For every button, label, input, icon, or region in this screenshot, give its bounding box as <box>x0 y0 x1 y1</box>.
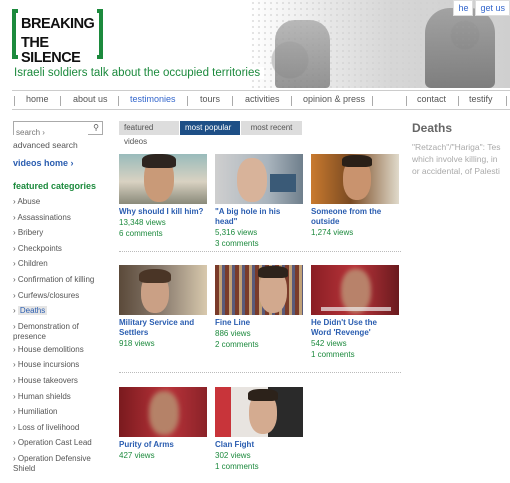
nav-about-us[interactable]: about us <box>73 94 108 104</box>
category-item-humiliation[interactable]: › Humiliation <box>13 407 108 423</box>
video-title-link[interactable]: Clan Fight <box>215 440 303 450</box>
logo-line-1: BREAKING <box>21 16 95 32</box>
category-item-abuse[interactable]: › Abuse <box>13 197 108 213</box>
category-item-operation-defensive-shield[interactable]: › Operation Defensive Shield <box>13 454 108 477</box>
category-description-line: which involve killing, in <box>412 154 498 164</box>
video-thumbnail[interactable] <box>215 265 303 315</box>
video-thumbnail[interactable] <box>119 265 207 315</box>
video-card: Purity of Arms 427 views <box>119 387 207 461</box>
video-views: 5,316 views <box>215 228 258 237</box>
category-description-line: "Retzach"/"Hariga": Tes <box>412 142 501 152</box>
nav-home[interactable]: home <box>26 94 49 104</box>
language-link-hebrew[interactable]: he <box>453 0 474 16</box>
category-list: › Abuse › Assassinations › Bribery › Che… <box>13 197 108 477</box>
advanced-search-link[interactable]: advanced search <box>13 140 78 150</box>
tab-most-popular[interactable]: most popular <box>180 121 240 135</box>
video-comments-link[interactable]: 1 comments <box>311 350 399 360</box>
nav-opinion-press[interactable]: opinion & press <box>303 94 365 104</box>
video-views: 13,348 views <box>119 218 166 227</box>
main-nav: home about us testimonies tours activiti… <box>12 90 510 110</box>
video-tabs: featured videos most popular most recent <box>119 121 303 146</box>
category-item-house-incursions[interactable]: › House incursions <box>13 360 108 376</box>
video-card: Someone from the outside 1,274 views <box>311 154 399 238</box>
category-item-bribery[interactable]: › Bribery <box>13 228 108 244</box>
video-thumbnail[interactable] <box>311 154 399 204</box>
logo-line-2: THE SILENCE <box>21 35 81 66</box>
nav-tours[interactable]: tours <box>200 94 220 104</box>
videos-home-link[interactable]: videos home › <box>13 158 74 168</box>
video-title-link[interactable]: "A big hole in his head" <box>215 207 303 227</box>
category-item-checkpoints[interactable]: › Checkpoints <box>13 244 108 260</box>
video-comments-link[interactable]: 6 comments <box>119 229 207 239</box>
header-soldier-figure <box>275 20 330 88</box>
video-views: 1,274 views <box>311 228 354 237</box>
category-item-confirmation-of-killing[interactable]: › Confirmation of killing <box>13 275 108 291</box>
row-divider <box>119 251 401 252</box>
category-item-loss-of-livelihood[interactable]: › Loss of livelihood <box>13 423 108 439</box>
search-icon[interactable]: ⚲ <box>91 123 101 133</box>
utility-links: he get us <box>453 0 510 16</box>
video-card: Fine Line 886 views 2 comments <box>215 265 303 350</box>
category-item-demonstration-of-presence[interactable]: › Demonstration of presence <box>13 322 108 345</box>
tab-featured-videos[interactable]: featured videos <box>119 121 179 146</box>
contact-util-link[interactable]: get us <box>475 0 510 16</box>
category-description-line: or accidental, of Palesti <box>412 166 500 176</box>
search-input[interactable] <box>14 126 88 139</box>
header-soldier-figure <box>425 8 495 88</box>
site-tagline: Israeli soldiers talk about the occupied… <box>14 67 265 79</box>
tab-most-recent[interactable]: most recent <box>241 121 302 135</box>
category-item-house-takeovers[interactable]: › House takeovers <box>13 376 108 392</box>
video-title-link[interactable]: Someone from the outside <box>311 207 399 227</box>
video-thumbnail[interactable] <box>215 154 303 204</box>
category-item-curfews-closures[interactable]: › Curfews/closures <box>13 291 108 307</box>
nav-contact[interactable]: contact <box>417 94 446 104</box>
video-card: Military Service and Settlers 918 views <box>119 265 207 349</box>
video-thumbnail[interactable] <box>311 265 399 315</box>
category-item-human-shields[interactable]: › Human shields <box>13 392 108 408</box>
video-comments-link[interactable]: 3 comments <box>215 239 303 249</box>
video-title-link[interactable]: Purity of Arms <box>119 440 207 450</box>
site-header: BREAKING THE SILENCE Israeli soldiers ta… <box>0 0 510 88</box>
nav-testify[interactable]: testify <box>469 94 493 104</box>
video-views: 542 views <box>311 339 347 348</box>
category-item-operation-cast-lead[interactable]: › Operation Cast Lead <box>13 438 108 454</box>
video-card: Clan Fight 302 views 1 comments <box>215 387 303 472</box>
video-thumbnail[interactable] <box>215 387 303 437</box>
video-title-link[interactable]: Military Service and Settlers <box>119 318 207 338</box>
row-divider <box>119 372 401 373</box>
video-title-link[interactable]: Fine Line <box>215 318 303 328</box>
video-title-link[interactable]: He Didn't Use the Word 'Revenge' <box>311 318 399 338</box>
nav-testimonies[interactable]: testimonies <box>130 94 176 104</box>
featured-categories-title: featured categories <box>13 181 97 191</box>
video-title-link[interactable]: Why should I kill him? <box>119 207 207 217</box>
site-logo[interactable]: BREAKING THE SILENCE <box>12 9 103 65</box>
category-item-house-demolitions[interactable]: › House demolitions <box>13 345 108 361</box>
category-item-deaths[interactable]: › Deaths <box>13 306 108 322</box>
video-views: 886 views <box>215 329 251 338</box>
video-views: 427 views <box>119 451 155 460</box>
video-views: 302 views <box>215 451 251 460</box>
search-box: ⚲ <box>13 121 103 139</box>
nav-activities[interactable]: activities <box>245 94 280 104</box>
video-card: "A big hole in his head" 5,316 views 3 c… <box>215 154 303 249</box>
video-card: Why should I kill him? 13,348 views 6 co… <box>119 154 207 239</box>
category-item-children[interactable]: › Children <box>13 259 108 275</box>
category-heading: Deaths <box>412 121 453 135</box>
category-description: "Retzach"/"Hariga": Tes which involve ki… <box>412 141 510 177</box>
video-card: He Didn't Use the Word 'Revenge' 542 vie… <box>311 265 399 360</box>
video-thumbnail[interactable] <box>119 154 207 204</box>
video-comments-link[interactable]: 1 comments <box>215 462 303 472</box>
video-thumbnail[interactable] <box>119 387 207 437</box>
video-comments-link[interactable]: 2 comments <box>215 340 303 350</box>
video-views: 918 views <box>119 339 155 348</box>
category-item-assassinations[interactable]: › Assassinations <box>13 213 108 229</box>
